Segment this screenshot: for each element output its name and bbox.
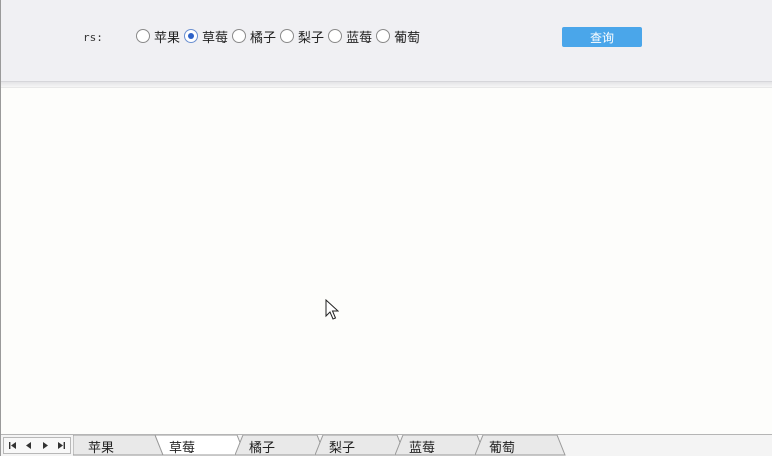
radio-button[interactable] <box>280 29 295 43</box>
fruit-radio-group: 苹果 草莓 橘子 梨子 蓝莓 葡萄 <box>136 27 424 46</box>
radio-option-label: 草莓 <box>202 30 229 46</box>
sheet-tab-label: 蓝莓 <box>409 441 436 456</box>
radio-option-pear[interactable]: 梨子 <box>280 27 325 46</box>
sheet-tab-label: 草莓 <box>169 441 196 456</box>
mouse-cursor-icon <box>325 299 339 320</box>
radio-button[interactable] <box>328 29 343 43</box>
sheet-tab-label: 苹果 <box>88 441 115 456</box>
sheet-nav-buttons <box>3 437 71 454</box>
last-sheet-icon[interactable] <box>56 440 68 452</box>
query-button[interactable]: 查询 <box>562 27 642 47</box>
filter-bar-divider <box>1 82 772 88</box>
first-sheet-icon[interactable] <box>6 440 18 452</box>
radio-button[interactable] <box>232 29 247 43</box>
radio-option-strawberry[interactable]: 草莓 <box>184 27 229 46</box>
sheet-tab-apple[interactable]: 苹果 <box>73 435 167 456</box>
radio-selected-dot <box>188 33 195 39</box>
sheet-tab-label: 葡萄 <box>489 441 516 456</box>
sheet-tab-label: 橘子 <box>249 441 276 456</box>
radio-button[interactable] <box>376 29 391 43</box>
radio-option-label: 橘子 <box>250 30 277 46</box>
next-sheet-icon[interactable] <box>39 440 51 452</box>
radio-option-label: 梨子 <box>298 30 325 46</box>
filter-bar: rs: 苹果 草莓 橘子 梨子 蓝莓 葡萄 查询 <box>1 0 772 82</box>
radio-option-apple[interactable]: 苹果 <box>136 27 181 46</box>
radio-button-checked[interactable] <box>184 29 199 43</box>
report-window: rs: 苹果 草莓 橘子 梨子 蓝莓 葡萄 查询 苹果 草莓 橘子 梨子 蓝莓 … <box>0 0 772 456</box>
radio-option-orange[interactable]: 橘子 <box>232 27 277 46</box>
prev-sheet-icon[interactable] <box>23 440 35 452</box>
sheet-tab-label: 梨子 <box>329 441 356 456</box>
radio-option-grape[interactable]: 葡萄 <box>376 27 421 46</box>
sheet-tab-grape[interactable]: 葡萄 <box>475 435 569 456</box>
radio-option-label: 葡萄 <box>394 30 421 46</box>
filter-label: rs: <box>83 31 103 44</box>
radio-button[interactable] <box>136 29 150 43</box>
sheet-tab-bar: 苹果 草莓 橘子 梨子 蓝莓 葡萄 <box>1 434 772 456</box>
radio-option-label: 蓝莓 <box>346 30 373 46</box>
radio-option-label: 苹果 <box>154 30 181 46</box>
radio-option-blueberry[interactable]: 蓝莓 <box>328 27 373 46</box>
report-content-area[interactable] <box>1 89 772 434</box>
